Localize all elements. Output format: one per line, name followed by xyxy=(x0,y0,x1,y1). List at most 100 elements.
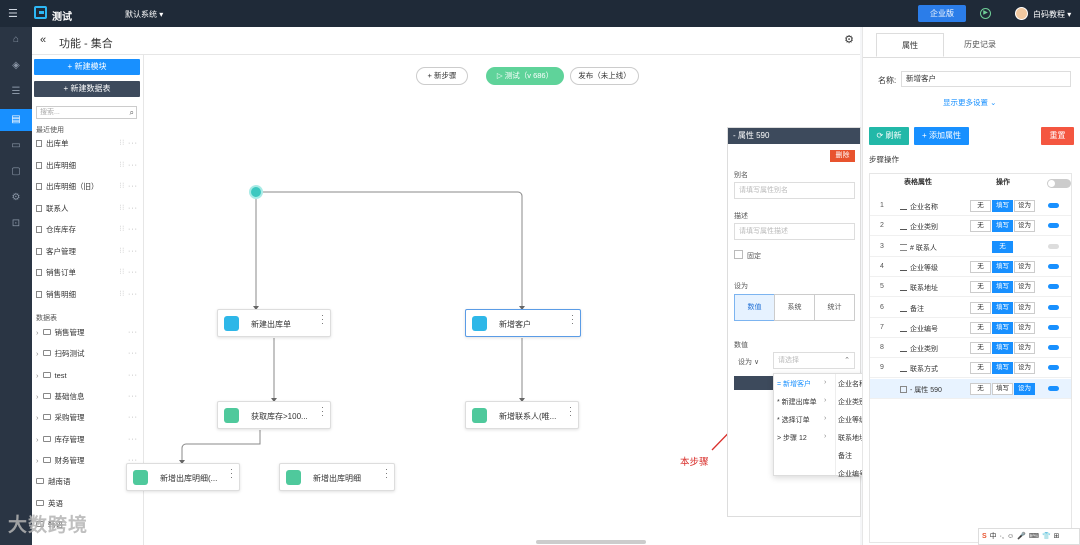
dropdown-option[interactable]: * 选择订单 xyxy=(777,415,810,425)
set-button[interactable]: 设为 xyxy=(1014,220,1035,233)
ime-icon[interactable]: S xyxy=(982,529,987,544)
fill-button[interactable]: 填写 xyxy=(992,342,1013,355)
fill-button[interactable]: 填写 xyxy=(992,220,1013,233)
dropdown-option[interactable]: * 新建出库单 xyxy=(777,397,817,407)
tab-history[interactable]: 历史记录 xyxy=(946,33,1014,57)
avatar[interactable] xyxy=(1015,7,1028,20)
back-icon[interactable]: « xyxy=(40,34,46,46)
fill-button[interactable]: 填写 xyxy=(992,301,1013,314)
user-menu[interactable]: 白码教程 ▾ xyxy=(1033,9,1071,20)
list-item[interactable]: 越南语 xyxy=(36,475,140,489)
item-actions-icon[interactable]: ⫶⫶ ··· xyxy=(120,137,138,151)
item-actions-icon[interactable]: ⫶⫶ ··· xyxy=(120,245,138,259)
chevron-right-icon[interactable]: › xyxy=(36,371,39,380)
ime-icon[interactable]: ⊞ xyxy=(1054,529,1060,544)
seg-stats[interactable]: 统计 xyxy=(814,294,855,321)
name-input[interactable]: 新增客户 xyxy=(901,71,1071,87)
settings-icon[interactable]: ⚙ xyxy=(0,187,32,209)
list-item[interactable]: 英语 xyxy=(36,497,140,511)
cube-icon[interactable]: ◈ xyxy=(0,55,32,77)
ime-icon[interactable]: 👕 xyxy=(1042,529,1051,544)
value-select[interactable]: 请选择 ⌃ xyxy=(773,352,855,369)
desc-input[interactable]: 请填写属性描述 xyxy=(734,223,855,240)
none-button[interactable]: 无 xyxy=(970,301,991,314)
grid-icon[interactable]: ⊡ xyxy=(0,213,32,235)
monitor-icon[interactable]: ▢ xyxy=(0,161,32,183)
function-icon[interactable]: ▤ xyxy=(0,109,32,131)
chevron-right-icon[interactable]: › xyxy=(36,456,39,465)
item-actions-icon[interactable]: ⫶⫶ ··· xyxy=(120,288,138,302)
chevron-right-icon[interactable]: › xyxy=(36,328,39,337)
ime-icon[interactable]: ☺ xyxy=(1007,529,1014,544)
flow-node-new-customer[interactable]: 新增客户 · · · xyxy=(465,309,581,337)
list-item[interactable]: 客户管理 ⫶⫶ ··· xyxy=(36,245,140,259)
more-icon[interactable]: ··· xyxy=(571,311,574,328)
row-switch[interactable] xyxy=(1048,263,1059,269)
more-icon[interactable]: ··· xyxy=(321,403,324,420)
set-button[interactable]: 设为 xyxy=(1014,200,1035,212)
fixed-checkbox[interactable] xyxy=(734,250,743,259)
folder-item[interactable]: › 库存管理 ··· xyxy=(36,433,140,447)
item-actions-icon[interactable]: ⫶⫶ ··· xyxy=(120,159,138,173)
row-switch[interactable] xyxy=(1048,203,1059,208)
item-actions-icon[interactable]: ⫶⫶ ··· xyxy=(120,202,138,216)
dropdown-option[interactable]: = 新增客户 xyxy=(777,379,811,389)
flow-node-new-contact[interactable]: 新增联系人(唯... · · · xyxy=(465,401,579,429)
seg-value[interactable]: 数值 xyxy=(734,294,775,321)
ime-icon[interactable]: ·, xyxy=(1000,529,1004,544)
system-selector[interactable]: 默认系统 ▾ xyxy=(125,9,163,20)
row-switch[interactable] xyxy=(1048,284,1059,290)
fill-button[interactable]: 填写 xyxy=(992,382,1013,395)
alias-input[interactable]: 请填写属性别名 xyxy=(734,182,855,199)
none-button[interactable]: 无 xyxy=(970,260,991,273)
list-item[interactable]: 出库单 ⫶⫶ ··· xyxy=(36,137,140,151)
more-icon[interactable]: ··· xyxy=(321,311,324,328)
folder-item[interactable]: › 采购管理 ··· xyxy=(36,411,140,425)
set-button[interactable]: 设为 xyxy=(1014,301,1035,314)
toggle-all-switch[interactable] xyxy=(1047,179,1071,188)
set-as-select[interactable]: 设为 ∨ xyxy=(738,357,759,367)
search-input[interactable]: 搜索... ⌕ xyxy=(36,106,137,119)
more-icon[interactable]: ··· xyxy=(128,347,138,361)
dropdown-option[interactable]: > 步骤 12 xyxy=(777,433,807,443)
new-step-button[interactable]: + 新步骤 xyxy=(416,67,468,85)
row-switch[interactable] xyxy=(1048,324,1059,330)
ime-icon[interactable]: 🎤 xyxy=(1017,529,1026,544)
search-icon[interactable]: ⌕ xyxy=(130,107,134,118)
menu-toggle-icon[interactable]: ☰ xyxy=(8,7,18,20)
more-icon[interactable]: ··· xyxy=(128,411,138,425)
fill-button[interactable]: 填写 xyxy=(992,260,1013,273)
enterprise-button[interactable]: 企业版 xyxy=(918,5,966,22)
list-item[interactable]: 出库明细（旧） ⫶⫶ ··· xyxy=(36,180,140,194)
more-icon[interactable]: ··· xyxy=(385,465,388,482)
set-button[interactable]: 设为 xyxy=(1014,362,1035,375)
ime-toolbar[interactable]: S 中 ·, ☺ 🎤 ⌨ 👕 ⊞ xyxy=(978,528,1080,545)
dropdown-option[interactable]: 备注 xyxy=(838,451,852,461)
publish-button[interactable]: 发布（未上线） xyxy=(570,67,639,85)
list-item[interactable]: 联系人 ⫶⫶ ··· xyxy=(36,202,140,216)
new-module-button[interactable]: + 新建模块 xyxy=(34,59,140,75)
folder-item[interactable]: › test ··· xyxy=(36,369,140,383)
start-node-icon[interactable] xyxy=(249,185,263,199)
more-settings-link[interactable]: 显示更多设置 ⌄ xyxy=(943,97,996,108)
item-actions-icon[interactable]: ⫶⫶ ··· xyxy=(120,180,138,194)
set-button[interactable]: 设为 xyxy=(1014,382,1035,395)
none-button[interactable]: 无 xyxy=(970,362,991,375)
none-button[interactable]: 无 xyxy=(970,382,991,395)
none-button[interactable]: 无 xyxy=(970,200,991,212)
test-button[interactable]: ▷ 测试（v 686） xyxy=(486,67,564,85)
tab-properties[interactable]: 属性 xyxy=(876,33,944,57)
list-item[interactable]: 出库明细 ⫶⫶ ··· xyxy=(36,159,140,173)
row-switch[interactable] xyxy=(1048,385,1059,391)
set-button[interactable]: 设为 xyxy=(1014,281,1035,294)
more-icon[interactable]: ··· xyxy=(128,433,138,447)
chevron-right-icon[interactable]: › xyxy=(36,413,39,422)
fill-button[interactable]: 填写 xyxy=(992,200,1013,212)
fill-button[interactable]: 填写 xyxy=(992,281,1013,294)
none-button[interactable]: 无 xyxy=(992,240,1013,253)
more-icon[interactable]: ··· xyxy=(128,369,138,383)
refresh-button[interactable]: ⟳ 刷新 xyxy=(869,127,909,145)
home-icon[interactable]: ⌂ xyxy=(0,29,32,51)
card-icon[interactable]: ▭ xyxy=(0,135,32,157)
database-icon[interactable]: ☰ xyxy=(0,81,32,103)
